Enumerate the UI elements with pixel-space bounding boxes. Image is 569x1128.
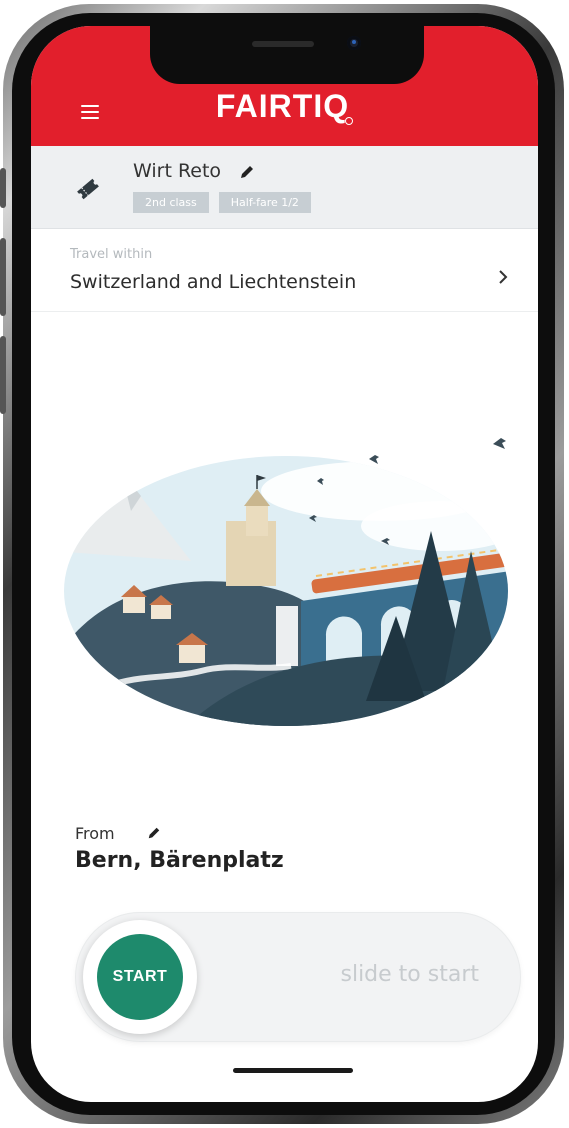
travel-zone-row[interactable]: Travel within Switzerland and Liechtenst…: [31, 229, 538, 312]
travel-zone-label: Travel within: [70, 247, 153, 262]
traveller-name: Wirt Reto: [133, 160, 222, 182]
home-indicator[interactable]: [233, 1068, 353, 1073]
app-screen: FAIRTIQ Wirt Reto 2nd class Half-fare 1/…: [31, 26, 538, 1102]
slide-to-start-hint: slide to start: [340, 962, 480, 987]
ticket-icon: [77, 178, 99, 200]
swiss-landscape-illustration: [64, 438, 508, 726]
traveller-badges: 2nd class Half-fare 1/2: [133, 192, 311, 213]
travel-zone-value: Switzerland and Liechtenstein: [70, 271, 357, 293]
chevron-right-icon: [499, 270, 508, 284]
class-badge: 2nd class: [133, 192, 209, 213]
phone-mute-switch: [0, 168, 6, 208]
pencil-icon[interactable]: [147, 826, 161, 840]
earpiece-speaker: [252, 41, 314, 47]
from-label: From: [75, 824, 115, 843]
front-camera: [347, 36, 361, 50]
fare-badge: Half-fare 1/2: [218, 192, 311, 213]
brand-name: FAIRTIQ: [215, 88, 350, 124]
traveller-card[interactable]: Wirt Reto 2nd class Half-fare 1/2: [31, 146, 538, 229]
pencil-icon[interactable]: [239, 164, 255, 180]
from-station: Bern, Bärenplatz: [75, 848, 284, 873]
phone-volume-up: [0, 238, 6, 316]
brand-logo-dot: [345, 117, 354, 125]
traveller-name-row: Wirt Reto: [133, 160, 255, 182]
phone-volume-down: [0, 336, 6, 414]
brand-logo: FAIRTIQ: [31, 88, 538, 125]
slide-to-start-track[interactable]: slide to start START: [75, 912, 521, 1042]
start-button[interactable]: START: [97, 934, 183, 1020]
phone-notch: [150, 26, 424, 84]
slider-thumb[interactable]: START: [83, 920, 197, 1034]
